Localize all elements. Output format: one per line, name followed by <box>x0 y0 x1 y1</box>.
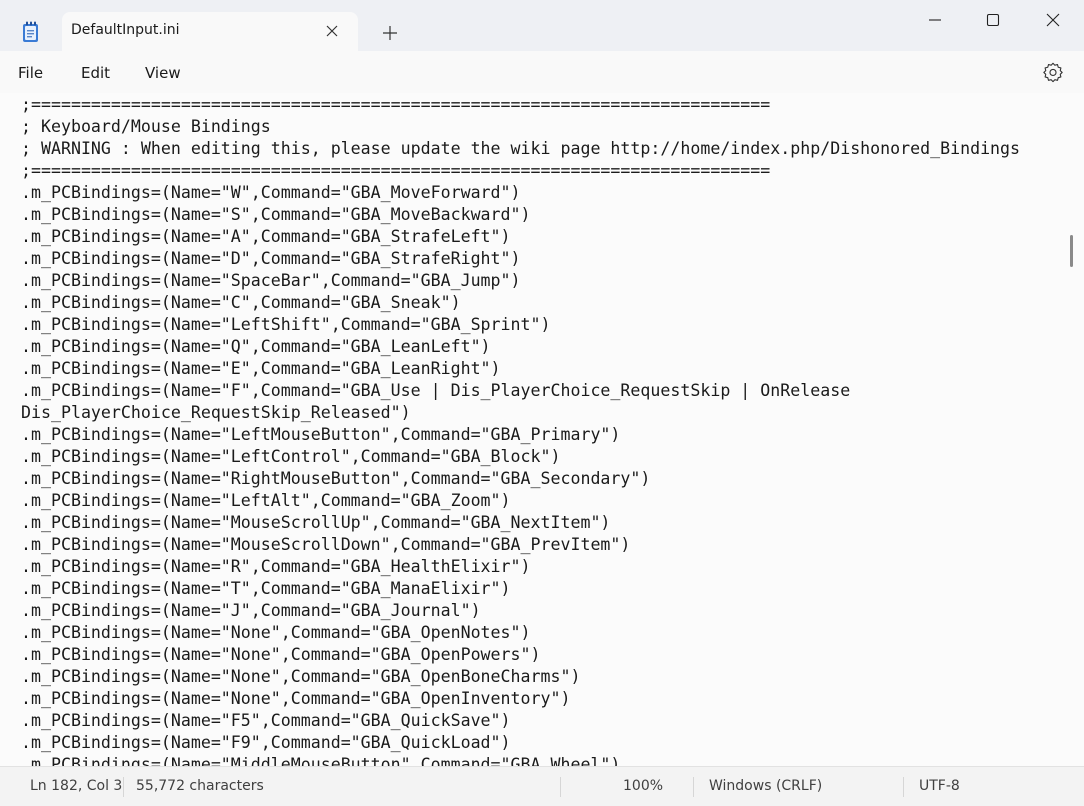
text-line[interactable]: .m_PCBindings=(Name="A",Command="GBA_Str… <box>21 226 1020 248</box>
text-line[interactable]: .m_PCBindings=(Name="LeftAlt",Command="G… <box>21 490 1020 512</box>
notepad-icon <box>21 21 41 43</box>
plus-icon[interactable] <box>378 21 402 45</box>
minimize-button[interactable] <box>906 0 964 40</box>
maximize-button[interactable] <box>964 0 1022 40</box>
zoom-level[interactable]: 100% <box>623 778 663 794</box>
text-line[interactable]: ; Keyboard/Mouse Bindings <box>21 116 1020 138</box>
text-line[interactable]: .m_PCBindings=(Name="C",Command="GBA_Sne… <box>21 292 1020 314</box>
status-separator <box>903 777 904 797</box>
status-bar: Ln 182, Col 3 55,772 characters 100% Win… <box>0 766 1084 806</box>
status-separator <box>560 777 561 797</box>
tab-defaultinput[interactable]: DefaultInput.ini <box>62 12 358 51</box>
vertical-scrollbar[interactable] <box>1070 235 1073 267</box>
text-editor[interactable]: ;=======================================… <box>0 93 1084 766</box>
text-line[interactable]: .m_PCBindings=(Name="LeftMouseButton",Co… <box>21 424 1020 446</box>
text-line[interactable]: ;=======================================… <box>21 160 1020 182</box>
text-line[interactable]: .m_PCBindings=(Name="MouseScrollDown",Co… <box>21 534 1020 556</box>
text-line[interactable]: .m_PCBindings=(Name="None",Command="GBA_… <box>21 666 1020 688</box>
status-separator <box>123 777 124 797</box>
text-line[interactable]: .m_PCBindings=(Name="E",Command="GBA_Lea… <box>21 358 1020 380</box>
text-line[interactable]: .m_PCBindings=(Name="None",Command="GBA_… <box>21 644 1020 666</box>
text-line[interactable]: .m_PCBindings=(Name="T",Command="GBA_Man… <box>21 578 1020 600</box>
gear-icon[interactable] <box>1042 61 1064 83</box>
notepad-window: DefaultInput.ini File Edit View ;=======… <box>0 0 1084 806</box>
encoding[interactable]: UTF-8 <box>919 778 960 794</box>
maximize-icon <box>986 13 1000 27</box>
cursor-position[interactable]: Ln 182, Col 3 <box>30 778 122 794</box>
editor-text[interactable]: ;=======================================… <box>21 94 1020 766</box>
text-line[interactable]: .m_PCBindings=(Name="J",Command="GBA_Jou… <box>21 600 1020 622</box>
close-window-button[interactable] <box>1024 0 1082 40</box>
tab-title: DefaultInput.ini <box>71 22 180 38</box>
text-line[interactable]: .m_PCBindings=(Name="RightMouseButton",C… <box>21 468 1020 490</box>
text-line[interactable]: .m_PCBindings=(Name="F5",Command="GBA_Qu… <box>21 710 1020 732</box>
menu-file[interactable]: File <box>18 64 43 82</box>
character-count: 55,772 characters <box>136 778 264 794</box>
text-line[interactable]: ; WARNING : When editing this, please up… <box>21 138 1020 160</box>
text-line[interactable]: .m_PCBindings=(Name="LeftControl",Comman… <box>21 446 1020 468</box>
text-line[interactable]: .m_PCBindings=(Name="F9",Command="GBA_Qu… <box>21 732 1020 754</box>
text-line[interactable]: .m_PCBindings=(Name="MouseScrollUp",Comm… <box>21 512 1020 534</box>
minimize-icon <box>929 19 941 21</box>
text-line[interactable]: .m_PCBindings=(Name="None",Command="GBA_… <box>21 688 1020 710</box>
text-line[interactable]: .m_PCBindings=(Name="W",Command="GBA_Mov… <box>21 182 1020 204</box>
text-line[interactable]: Dis_PlayerChoice_RequestSkip_Released") <box>21 402 1020 424</box>
title-bar: DefaultInput.ini <box>0 0 1084 51</box>
line-ending[interactable]: Windows (CRLF) <box>709 778 822 794</box>
text-line[interactable]: .m_PCBindings=(Name="F",Command="GBA_Use… <box>21 380 1020 402</box>
text-line[interactable]: .m_PCBindings=(Name="LeftShift",Command=… <box>21 314 1020 336</box>
text-line[interactable]: .m_PCBindings=(Name="R",Command="GBA_Hea… <box>21 556 1020 578</box>
menu-bar: File Edit View <box>0 51 1084 93</box>
menu-view[interactable]: View <box>145 64 181 82</box>
text-line[interactable]: .m_PCBindings=(Name="D",Command="GBA_Str… <box>21 248 1020 270</box>
close-icon <box>1046 13 1060 27</box>
close-icon[interactable] <box>320 19 344 43</box>
menu-edit[interactable]: Edit <box>81 64 110 82</box>
text-line[interactable]: .m_PCBindings=(Name="None",Command="GBA_… <box>21 622 1020 644</box>
text-line[interactable]: ;=======================================… <box>21 94 1020 116</box>
text-line[interactable]: .m_PCBindings=(Name="MiddleMouseButton",… <box>21 754 1020 766</box>
status-separator <box>693 777 694 797</box>
text-line[interactable]: .m_PCBindings=(Name="Q",Command="GBA_Lea… <box>21 336 1020 358</box>
text-line[interactable]: .m_PCBindings=(Name="S",Command="GBA_Mov… <box>21 204 1020 226</box>
text-line[interactable]: .m_PCBindings=(Name="SpaceBar",Command="… <box>21 270 1020 292</box>
